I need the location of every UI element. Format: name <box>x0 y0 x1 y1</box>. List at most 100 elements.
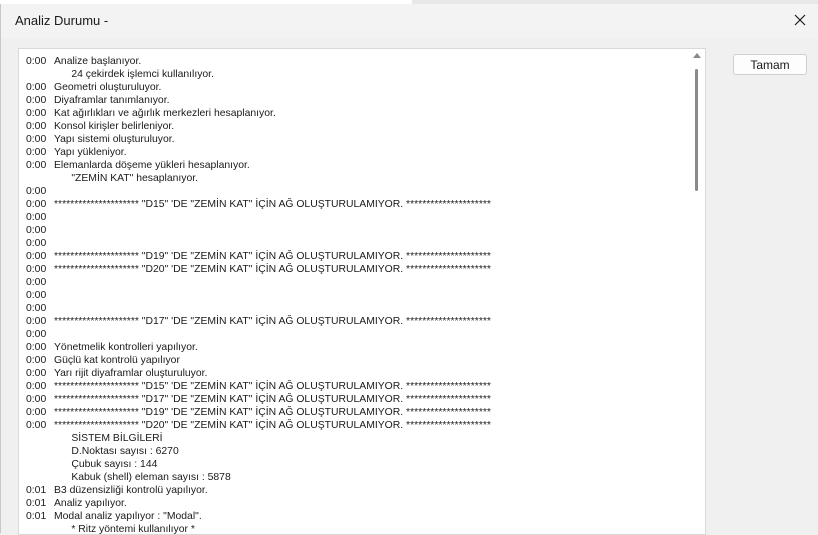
log-line: 0:00 ********************* "D15" 'DE "ZEM… <box>26 198 491 211</box>
log-message: Yapı yükleniyor. <box>54 147 127 158</box>
log-line: 0:00 <box>26 276 491 289</box>
log-message: ********************* "D19" 'DE "ZEMİN K… <box>54 407 491 418</box>
log-time: 0:00 <box>26 225 47 236</box>
log-message: Modal analiz yapılıyor : "Modal". <box>54 511 202 522</box>
log-line: 0:00 <box>26 302 491 315</box>
log-time: 0:00 <box>26 238 47 249</box>
log-message: 24 çekirdek işlemci kullanılıyor. <box>54 69 214 80</box>
log-message: * Ritz yöntemi kullanılıyor * <box>54 524 195 535</box>
log-time: 0:01 <box>26 485 47 496</box>
title-bar[interactable]: Analiz Durumu - <box>1 4 818 38</box>
log-time: 0:00 <box>26 264 47 275</box>
log-time: 0:00 <box>26 95 47 106</box>
close-icon <box>794 14 806 26</box>
log-line: 0:00 <box>26 211 491 224</box>
log-message: ********************* "D19" 'DE "ZEMİN K… <box>54 251 491 262</box>
log-time: 0:00 <box>26 394 47 405</box>
log-line: 0:00 ********************* "D17" 'DE "ZEM… <box>26 315 491 328</box>
log-line: 0:00 Elemanlarda döşeme yükleri hesaplanı… <box>26 159 491 172</box>
log-time: 0:00 <box>26 160 47 171</box>
log-message: Analize başlanıyor. <box>54 56 142 67</box>
log-time: 0:00 <box>26 212 47 223</box>
log-time: 0:00 <box>26 277 47 288</box>
log-time: 0:00 <box>26 290 47 301</box>
log-message: Yarı rijit diyaframlar oluşturuluyor. <box>54 368 208 379</box>
log-message: Analiz yapılıyor. <box>54 498 127 509</box>
log-message: ********************* "D15" 'DE "ZEMİN K… <box>54 199 491 210</box>
log-time: 0:00 <box>26 407 47 418</box>
log-time: 0:00 <box>26 121 47 132</box>
log-message: Geometri oluşturuluyor. <box>54 82 162 93</box>
log-message: Elemanlarda döşeme yükleri hesaplanıyor. <box>54 160 250 171</box>
log-line: 0:00 Yapı yükleniyor. <box>26 146 491 159</box>
scroll-up-arrow-icon[interactable] <box>693 53 701 58</box>
log-message: D.Noktası sayısı : 6270 <box>54 446 179 457</box>
log-line: 0:00 <box>26 224 491 237</box>
log-time: 0:00 <box>26 82 47 93</box>
log-message: Kabuk (shell) eleman sayısı : 5878 <box>54 472 231 483</box>
log-line: 0:00 Konsol kirişler belirleniyor. <box>26 120 491 133</box>
log-line: 0:00 Yapı sistemi oluşturuluyor. <box>26 133 491 146</box>
log-line: "ZEMİN KAT" hesaplanıyor. <box>26 172 491 185</box>
log-time: 0:00 <box>26 420 47 431</box>
log-message: B3 düzensizliği kontrolü yapılıyor. <box>54 485 208 496</box>
log-line: 24 çekirdek işlemci kullanılıyor. <box>26 68 491 81</box>
log-time: 0:00 <box>26 303 47 314</box>
log-line: 0:01 Modal analiz yapılıyor : "Modal". <box>26 510 491 523</box>
log-message: SİSTEM BİLGİLERİ <box>54 433 163 444</box>
log-time: 0:00 <box>26 329 47 340</box>
log-line: 0:00 Geometri oluşturuluyor. <box>26 81 491 94</box>
ok-button[interactable]: Tamam <box>733 54 807 75</box>
log-line: SİSTEM BİLGİLERİ <box>26 432 491 445</box>
close-button[interactable] <box>787 7 813 33</box>
log-line: 0:00 Analize başlanıyor. <box>26 55 491 68</box>
log-line: 0:00 <box>26 185 491 198</box>
log-line: 0:00 ********************* "D17" 'DE "ZEM… <box>26 393 491 406</box>
log-line: 0:00 Yönetmelik kontrolleri yapılıyor. <box>26 341 491 354</box>
log-message: Diyaframlar tanımlanıyor. <box>54 95 170 106</box>
log-line: 0:00 <box>26 289 491 302</box>
log-panel[interactable]: 0:00 Analize başlanıyor. 24 çekirdek işle… <box>18 48 706 535</box>
log-line: 0:00 <box>26 237 491 250</box>
log-time: 0:00 <box>26 134 47 145</box>
log-message: ********************* "D20" 'DE "ZEMİN K… <box>54 420 491 431</box>
log-line: 0:00 ********************* "D19" 'DE "ZEM… <box>26 250 491 263</box>
log-line: D.Noktası sayısı : 6270 <box>26 445 491 458</box>
log-line: 0:00 Kat ağırlıkları ve ağırlık merkezler… <box>26 107 491 120</box>
log-message: ********************* "D20" 'DE "ZEMİN K… <box>54 264 491 275</box>
log-message: Yapı sistemi oluşturuluyor. <box>54 134 175 145</box>
log-line: * Ritz yöntemi kullanılıyor * <box>26 523 491 535</box>
log-line: 0:00 Diyaframlar tanımlanıyor. <box>26 94 491 107</box>
log-time: 0:01 <box>26 511 47 522</box>
log-list: 0:00 Analize başlanıyor. 24 çekirdek işle… <box>26 55 491 535</box>
vertical-scrollbar[interactable] <box>690 49 705 534</box>
log-time: 0:00 <box>26 147 47 158</box>
scroll-thumb[interactable] <box>695 69 698 191</box>
log-time: 0:00 <box>26 381 47 392</box>
log-message: ********************* "D17" 'DE "ZEMİN K… <box>54 394 491 405</box>
log-message: Yönetmelik kontrolleri yapılıyor. <box>54 342 198 353</box>
log-time: 0:00 <box>26 199 47 210</box>
log-line: 0:00 ********************* "D20" 'DE "ZEM… <box>26 263 491 276</box>
log-time: 0:00 <box>26 251 47 262</box>
log-message: ********************* "D17" 'DE "ZEMİN K… <box>54 316 491 327</box>
log-time: 0:00 <box>26 108 47 119</box>
log-message: Kat ağırlıkları ve ağırlık merkezleri he… <box>54 108 276 119</box>
log-message: Çubuk sayısı : 144 <box>54 459 158 470</box>
analysis-status-dialog: Analiz Durumu - 0:00 Analize başlanıyor. … <box>0 4 818 535</box>
log-time: 0:00 <box>26 342 47 353</box>
window-title: Analiz Durumu - <box>15 13 109 28</box>
log-time: 0:01 <box>26 498 47 509</box>
log-message: ********************* "D15" 'DE "ZEMİN K… <box>54 381 491 392</box>
log-time: 0:00 <box>26 316 47 327</box>
log-line: 0:00 ********************* "D15" 'DE "ZEM… <box>26 380 491 393</box>
log-line: 0:00 ********************* "D19" 'DE "ZEM… <box>26 406 491 419</box>
log-line: Çubuk sayısı : 144 <box>26 458 491 471</box>
log-line: 0:00 Yarı rijit diyaframlar oluşturuluyor… <box>26 367 491 380</box>
log-time: 0:00 <box>26 186 47 197</box>
log-message: "ZEMİN KAT" hesaplanıyor. <box>54 173 199 184</box>
log-time: 0:00 <box>26 368 47 379</box>
log-message: Konsol kirişler belirleniyor. <box>54 121 175 132</box>
log-time: 0:00 <box>26 56 47 67</box>
log-time: 0:00 <box>26 355 47 366</box>
